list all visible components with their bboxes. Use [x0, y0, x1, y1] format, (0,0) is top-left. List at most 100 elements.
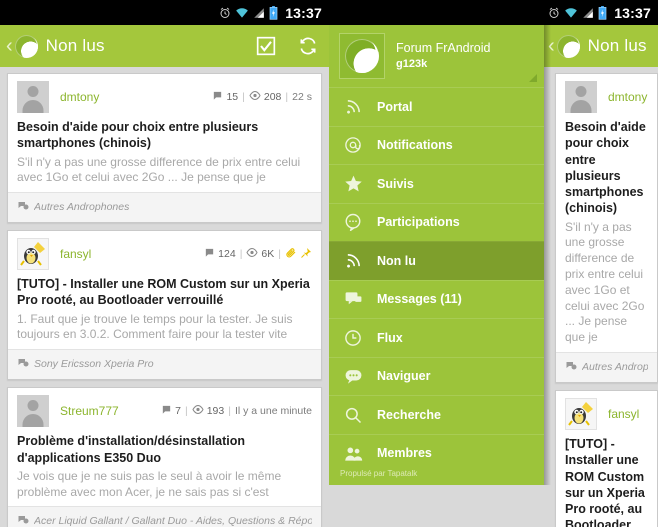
thread-card-body: fansyl 124 | 6K | [TUTO] - Installer une…: [8, 231, 321, 349]
battery-icon: [598, 5, 607, 20]
replies-count: 7: [175, 405, 181, 418]
thread-title[interactable]: Problème d'installation/désinstallation …: [17, 433, 312, 466]
clock-icon: [342, 327, 364, 349]
drawer-logo-frame: [339, 33, 385, 79]
drawer-item-label: Notifications: [377, 138, 453, 153]
powered-by-label: Propulsé par Tapatalk: [340, 469, 418, 478]
thread-card-body: dmtony 15 | 208 | 22 s Besoin d'aide pou…: [8, 74, 321, 192]
drawer-item-naviguer[interactable]: Naviguer: [329, 356, 544, 396]
phone-screen-right: 13:37 ‹ Non lus dmtony Besoin d'aide pou…: [329, 0, 658, 527]
status-clock: 13:37: [285, 4, 322, 21]
alarm-icon: [219, 7, 231, 19]
page-title: Non lus: [45, 36, 105, 55]
rss-icon: [342, 96, 364, 118]
thread-snippet: Je vois que je ne suis pas le seul à avo…: [17, 468, 282, 499]
drawer-shadow: [544, 25, 551, 485]
views-icon: [249, 90, 261, 104]
thread-author[interactable]: dmtony: [60, 90, 212, 104]
stat-separator: |: [239, 248, 243, 261]
thread-card[interactable]: fansyl 124 | 6K | [TUTO] - Installer une…: [7, 230, 322, 381]
thread-title[interactable]: [TUTO] - Installer une ROM Custom sur un…: [17, 276, 312, 309]
thread-author[interactable]: fansyl: [60, 247, 204, 261]
replies-count: 15: [226, 91, 239, 103]
status-bar: 13:37: [0, 0, 329, 25]
signal-icon: [582, 7, 594, 19]
drawer-item-notifications[interactable]: Notifications: [329, 125, 544, 165]
star-icon: [342, 173, 364, 195]
attachment-icon: [285, 247, 297, 262]
drawer-username: g123k: [396, 57, 428, 70]
status-bar: 13:37: [329, 0, 658, 25]
forum-icon: [17, 355, 29, 373]
thread-author[interactable]: Streum777: [60, 404, 161, 418]
drawer-item-label: Portal: [377, 99, 413, 114]
thread-header: dmtony 15 | 208 | 22 s: [17, 81, 312, 113]
action-bar: ‹ Non lus: [0, 25, 329, 67]
thread-list[interactable]: dmtony 15 | 208 | 22 s Besoin d'aide pou…: [0, 67, 329, 527]
thread-snippet: S'il n'y a pas une grosse difference de …: [17, 154, 301, 185]
thread-title[interactable]: Besoin d'aide pour choix entre plusieurs…: [17, 119, 312, 152]
wifi-icon: [235, 7, 249, 19]
thread-forum-name[interactable]: Sony Ericsson Xperia Pro: [34, 358, 154, 370]
thread-card[interactable]: dmtony 15 | 208 | 22 s Besoin d'aide pou…: [7, 73, 322, 224]
drawer-item-label: Messages (11): [377, 292, 462, 307]
messages-icon: [342, 288, 364, 310]
drawer-item-label: Naviguer: [377, 369, 431, 384]
thread-snippet: 1. Faut que je trouve le temps pour la t…: [17, 311, 293, 342]
thread-forum-name[interactable]: Autres Androphones: [34, 201, 129, 213]
thread-stats: 124 | 6K |: [204, 247, 312, 262]
signal-icon: [253, 7, 265, 19]
mark-all-read-button[interactable]: [254, 34, 278, 58]
thread-header: Streum777 7 | 193 | Il y a une minute: [17, 395, 312, 428]
views-count: 6K: [261, 248, 275, 261]
at-sign-icon: [342, 134, 364, 156]
drawer-item-portal[interactable]: Portal: [329, 87, 544, 126]
thread-forum-row: Acer Liquid Gallant / Gallant Duo - Aide…: [8, 506, 321, 527]
status-clock: 13:37: [614, 4, 651, 21]
drawer-item-suivis[interactable]: Suivis: [329, 164, 544, 203]
drawer-item-label: Non lu: [377, 253, 416, 268]
people-icon: [342, 442, 364, 462]
search-icon: [342, 404, 364, 426]
frandroid-logo-icon: [345, 39, 379, 73]
forum-icon: [17, 198, 29, 216]
drawer-expand-caret-icon[interactable]: [529, 74, 537, 82]
generic-user-avatar: [17, 395, 49, 428]
stat-separator: |: [228, 405, 231, 418]
rss-icon: [342, 250, 364, 272]
wifi-icon: [564, 7, 578, 19]
drawer-account-text: Forum FrAndroid g123k: [396, 40, 490, 72]
drawer-item-non-lu[interactable]: Non lu: [329, 241, 544, 280]
thread-card-body: Streum777 7 | 193 | Il y a une minute Pr…: [8, 388, 321, 506]
drawer-item-recherche[interactable]: Recherche: [329, 395, 544, 434]
drawer-item-messages[interactable]: Messages (11): [329, 279, 544, 319]
thread-card[interactable]: Streum777 7 | 193 | Il y a une minute Pr…: [7, 387, 322, 527]
replies-icon: [204, 247, 215, 261]
action-bar-actions: [254, 34, 320, 58]
thread-forum-name[interactable]: Acer Liquid Gallant / Gallant Duo - Aide…: [34, 515, 312, 527]
chat-circle-icon: [342, 211, 364, 233]
thread-time: Il y a une minute: [234, 405, 312, 418]
views-icon: [192, 404, 204, 418]
phone-screen-left: 13:37 ‹ Non lus dmtony 15 | 208 | 22 s B…: [0, 0, 329, 527]
navigation-drawer: Forum FrAndroid g123k Portal Notificatio…: [329, 25, 544, 485]
thread-header: fansyl 124 | 6K |: [17, 238, 312, 271]
drawer-header[interactable]: Forum FrAndroid g123k: [329, 25, 544, 87]
drawer-item-label: Suivis: [377, 176, 414, 191]
drawer-menu: Portal Notifications Suivis Participatio…: [329, 87, 544, 462]
stat-separator: |: [184, 405, 188, 418]
drawer-item-flux[interactable]: Flux: [329, 318, 544, 357]
pinned-icon: [300, 247, 312, 262]
drawer-item-participations[interactable]: Participations: [329, 202, 544, 242]
drawer-scrim[interactable]: [544, 25, 658, 485]
views-icon: [246, 247, 258, 261]
forum-icon: [17, 512, 29, 527]
replies-icon: [161, 404, 172, 418]
refresh-button[interactable]: [296, 34, 320, 58]
drawer-item-label: Participations: [377, 215, 460, 230]
drawer-item-membres[interactable]: Membres: [329, 433, 544, 463]
thread-stats: 7 | 193 | Il y a une minute: [161, 404, 312, 418]
battery-icon: [269, 5, 278, 20]
back-chevron-icon[interactable]: ‹: [6, 36, 13, 56]
screenshot-stage: 13:37 ‹ Non lus dmtony 15 | 208 | 22 s B…: [0, 0, 658, 527]
